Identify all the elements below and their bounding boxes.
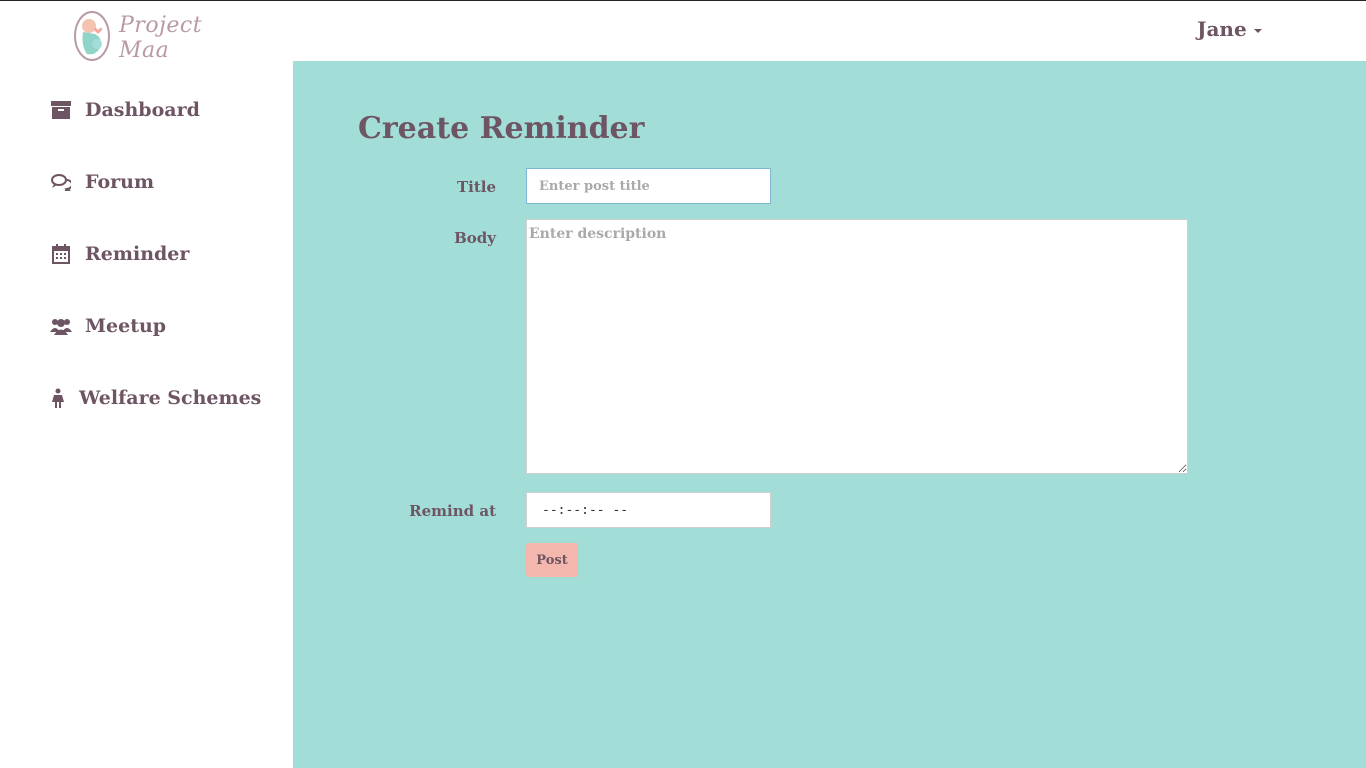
sidebar-item-forum[interactable]: Forum xyxy=(50,171,154,193)
sidebar-item-meetup[interactable]: Meetup xyxy=(50,315,166,337)
mother-baby-logo-icon xyxy=(73,10,111,66)
sidebar-item-welfare-schemes[interactable]: Welfare Schemes xyxy=(50,387,261,409)
sidebar-item-label: Reminder xyxy=(85,243,190,265)
logo-text: Project Maa xyxy=(119,13,203,63)
calendar-icon xyxy=(50,243,72,265)
archive-box-icon xyxy=(50,99,72,121)
sidebar-item-label: Welfare Schemes xyxy=(79,387,262,409)
sidebar-item-reminder[interactable]: Reminder xyxy=(50,243,189,265)
top-navbar: Project Maa Jane xyxy=(0,0,1366,63)
sidebar-item-label: Meetup xyxy=(85,315,167,337)
title-input[interactable] xyxy=(526,168,771,204)
remind-at-time-input[interactable]: --:--:-- -- xyxy=(526,492,771,528)
chat-bubbles-icon xyxy=(50,171,72,193)
body-label: Body xyxy=(454,229,496,247)
time-input-value: --:--:-- -- xyxy=(542,502,629,518)
female-figure-icon xyxy=(50,387,66,409)
sidebar-item-label: Dashboard xyxy=(85,99,200,121)
user-name: Jane xyxy=(1197,17,1247,41)
brand-logo[interactable]: Project Maa xyxy=(73,11,233,65)
users-group-icon xyxy=(50,315,72,337)
caret-down-icon xyxy=(1253,28,1262,33)
title-label: Title xyxy=(456,178,496,196)
sidebar-item-dashboard[interactable]: Dashboard xyxy=(50,99,200,121)
sidebar: Dashboard Forum Reminder Meetup Welfare … xyxy=(0,61,293,768)
page-title: Create Reminder xyxy=(358,111,645,146)
main-content: Create Reminder Title Body Remind at --:… xyxy=(293,61,1366,768)
post-button[interactable]: Post xyxy=(526,543,578,577)
remind-at-label: Remind at xyxy=(409,502,496,520)
sidebar-item-label: Forum xyxy=(85,171,155,193)
body-textarea[interactable] xyxy=(526,219,1188,474)
user-dropdown[interactable]: Jane xyxy=(1197,17,1262,41)
